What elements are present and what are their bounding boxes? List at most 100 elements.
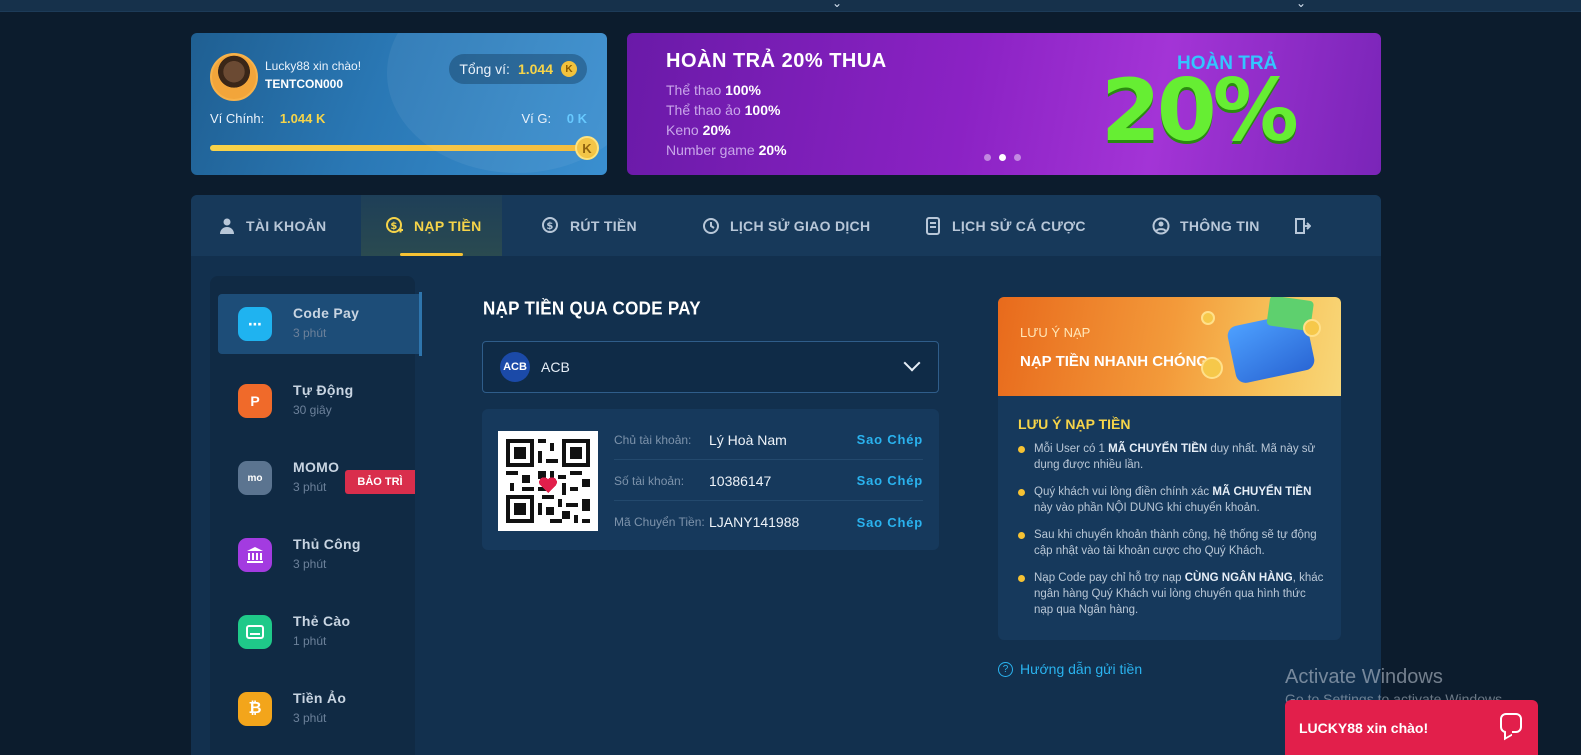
chat-label: LUCKY88 xin chào! xyxy=(1299,719,1429,736)
method-crypto[interactable]: ₿ Tiền Ảo 3 phút xyxy=(218,679,423,739)
account-info-card: Chủ tài khoản: Lý Hoà Nam Sao Chép Số tà… xyxy=(482,409,939,550)
transfer-code-row: Mã Chuyển Tiền: LJANY141988 Sao Chép xyxy=(614,502,923,542)
tab-label: LỊCH SỬ CÁ CƯỢC xyxy=(952,217,1086,234)
bitcoin-icon: ₿ xyxy=(238,692,272,726)
g-wallet: Ví G: 0 K xyxy=(522,111,587,126)
method-name: Tự Động xyxy=(293,382,354,398)
tab-account[interactable]: TÀI KHOẢN xyxy=(191,195,361,256)
deposit-method-list: ⋯ Code Pay 3 phút P Tự Động 30 giây mo M… xyxy=(210,276,422,755)
auto-icon: P xyxy=(238,384,272,418)
account-holder-row: Chủ tài khoản: Lý Hoà Nam Sao Chép xyxy=(614,420,923,460)
live-chat-widget[interactable]: LUCKY88 xin chào! xyxy=(1285,700,1538,755)
method-time: 30 giây xyxy=(293,403,332,417)
method-time: 3 phút xyxy=(293,711,327,725)
row-label: Chủ tài khoản: xyxy=(614,432,692,447)
method-name: Code Pay xyxy=(293,305,360,321)
avatar[interactable] xyxy=(210,53,258,101)
profile-icon xyxy=(1152,217,1170,235)
tab-label: TÀI KHOẢN xyxy=(246,217,327,234)
chevron-down-icon[interactable]: ⌄ xyxy=(832,0,842,10)
copy-button[interactable]: Sao Chép xyxy=(857,432,923,447)
deposit-guide-link[interactable]: ? Hướng dẫn gửi tiền xyxy=(998,661,1142,677)
notice-list: Mỗi User có 1 MÃ CHUYỂN TIỀN duy nhất. M… xyxy=(1018,441,1324,629)
notice-item: Nạp Code pay chỉ hỗ trợ nạp CÙNG NGÂN HÀ… xyxy=(1018,570,1324,618)
account-number-row: Số tài khoản: 10386147 Sao Chép xyxy=(614,461,923,501)
username: TENTCON000 xyxy=(265,77,344,91)
total-wallet-label: Tổng ví: xyxy=(459,61,510,77)
carousel-dots xyxy=(984,154,1021,161)
chevron-down-icon[interactable]: ⌄ xyxy=(1296,0,1306,10)
coin-icon xyxy=(1201,311,1215,325)
method-time: 3 phút xyxy=(293,326,327,340)
carousel-dot[interactable] xyxy=(984,154,991,161)
method-momo[interactable]: mo MOMO 3 phút BẢO TRÌ xyxy=(218,448,423,508)
momo-icon: mo xyxy=(238,461,272,495)
method-name: Thủ Công xyxy=(293,536,361,552)
notice-item: Sau khi chuyển khoản thành công, hệ thốn… xyxy=(1018,527,1324,559)
bank-icon xyxy=(238,538,272,572)
user-wallet-card: Lucky88 xin chào! TENTCON000 Tổng ví: 1.… xyxy=(191,33,607,175)
transfer-code-value: LJANY141988 xyxy=(709,514,800,530)
account-holder-value: Lý Hoà Nam xyxy=(709,431,787,448)
method-auto[interactable]: P Tự Động 30 giây xyxy=(218,371,423,431)
wallet-illustration-icon xyxy=(1225,311,1317,385)
notice-banner: LƯU Ý NẠP NẠP TIỀN NHANH CHÓNG xyxy=(998,297,1341,396)
tab-deposit[interactable]: $ NẠP TIỀN xyxy=(361,195,502,256)
banner-title: HOÀN TRẢ 20% THUA xyxy=(666,50,887,72)
method-name: MOMO xyxy=(293,459,340,475)
coin-icon xyxy=(1201,357,1223,379)
chat-bubble-icon xyxy=(1500,713,1522,733)
method-scratch-card[interactable]: Thẻ Cào 1 phút xyxy=(218,602,423,662)
tab-profile[interactable]: THÔNG TIN xyxy=(1118,195,1293,256)
total-wallet-value: 1.044 xyxy=(517,61,553,77)
bet-history-icon xyxy=(924,216,942,235)
tab-label: NẠP TIỀN xyxy=(414,217,482,234)
notice-item: Quý khách vui lòng điền chính xác MÃ CHU… xyxy=(1018,484,1324,516)
total-wallet-pill: Tổng ví: 1.044 K xyxy=(449,54,587,84)
copy-button[interactable]: Sao Chép xyxy=(857,515,923,530)
chevron-down-icon xyxy=(903,354,921,372)
guide-link-label: Hướng dẫn gửi tiền xyxy=(1020,661,1143,677)
svg-text:$: $ xyxy=(390,221,397,232)
svg-text:$: $ xyxy=(546,221,553,232)
main-wallet-value: 1.044 K xyxy=(279,111,326,126)
method-name: Tiền Ảo xyxy=(293,690,347,706)
account-number-value: 10386147 xyxy=(709,472,772,489)
qr-code xyxy=(498,431,598,531)
history-icon xyxy=(702,217,720,235)
user-icon xyxy=(218,217,236,235)
carousel-dot[interactable] xyxy=(1014,154,1021,161)
coin-icon xyxy=(1303,319,1321,337)
top-nav-strip: ⌄ ⌄ xyxy=(0,0,1581,12)
notice-item: Mỗi User có 1 MÃ CHUYỂN TIỀN duy nhất. M… xyxy=(1018,441,1324,473)
method-code-pay[interactable]: ⋯ Code Pay 3 phút xyxy=(218,292,422,356)
tab-transaction-history[interactable]: LỊCH SỬ GIAO DỊCH xyxy=(662,195,890,256)
tab-logout[interactable] xyxy=(1293,195,1353,256)
deposit-coin-icon: $ xyxy=(386,216,404,235)
banner-badge-percent: 20% xyxy=(1101,61,1299,161)
main-wallet-label: Ví Chính: xyxy=(210,111,265,126)
tab-bet-history[interactable]: LỊCH SỬ CÁ CƯỢC xyxy=(890,195,1118,256)
codepay-icon: ⋯ xyxy=(238,307,272,341)
row-label: Mã Chuyển Tiền: xyxy=(614,515,705,529)
method-time: 1 phút xyxy=(293,634,327,648)
copy-button[interactable]: Sao Chép xyxy=(857,473,923,488)
method-manual[interactable]: Thủ Công 3 phút xyxy=(218,525,423,585)
bank-selected-value: ACB xyxy=(541,359,570,375)
main-wallet: Ví Chính: 1.044 K xyxy=(210,111,325,126)
acb-logo-icon: ACB xyxy=(500,352,530,382)
maintenance-badge: BẢO TRÌ xyxy=(345,470,415,494)
banner-line: Thể thao ảo 100% xyxy=(666,102,781,118)
account-panel: TÀI KHOẢN $ NẠP TIỀN $ RÚT TIỀN LỊCH SỬ … xyxy=(191,195,1381,755)
banner-line: Keno 20% xyxy=(666,122,731,138)
notice-panel: LƯU Ý NẠP TIỀN Mỗi User có 1 MÃ CHUYỂN T… xyxy=(998,396,1341,640)
tab-withdraw[interactable]: $ RÚT TIỀN xyxy=(502,195,662,256)
promo-banner[interactable]: HOÀN TRẢ 20% THUA Thể thao 100% Thể thao… xyxy=(627,33,1381,175)
method-name: Thẻ Cào xyxy=(293,613,351,629)
method-time: 3 phút xyxy=(293,480,327,494)
carousel-dot-active[interactable] xyxy=(999,154,1006,161)
wallet-progress-bar xyxy=(210,145,588,151)
bank-select[interactable]: ACB ACB xyxy=(482,341,939,393)
coin-icon: K xyxy=(575,136,599,160)
section-title: NẠP TIỀN QUA CODE PAY xyxy=(483,298,701,319)
